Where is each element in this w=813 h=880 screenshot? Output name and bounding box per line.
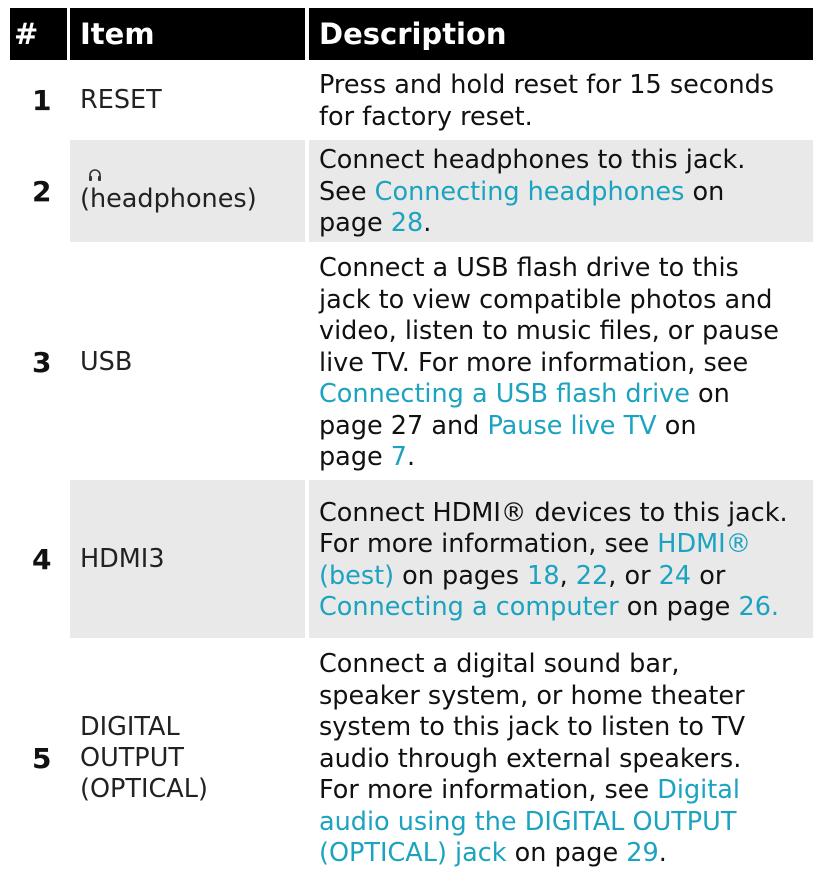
description-text: jack to view compatible photos and xyxy=(319,284,773,315)
description-text: on page xyxy=(506,838,627,869)
description-text: on xyxy=(689,379,730,410)
description-line: Connecting a computer on page 26. xyxy=(319,592,813,624)
description-text: on pages xyxy=(394,560,528,591)
cross-reference-link[interactable]: HDMI® xyxy=(657,529,751,559)
description-text: speaker system, or home theater xyxy=(319,680,745,711)
description-text: for factory reset. xyxy=(319,101,533,132)
row-1-number: 1 xyxy=(32,83,52,117)
description-line: See Connecting headphones on xyxy=(319,177,813,209)
description-line: Connect HDMI® devices to this jack. xyxy=(319,498,813,530)
header-item: Item xyxy=(70,8,305,60)
description-line: (OPTICAL) jack on page 29. xyxy=(319,838,813,870)
header-number: # xyxy=(10,8,67,60)
description-text: . xyxy=(658,838,667,869)
cross-reference-link[interactable]: 22 xyxy=(576,561,608,591)
description-line: Connect a USB flash drive to this xyxy=(319,253,813,285)
cross-reference-link[interactable]: audio using the DIGITAL OUTPUT xyxy=(319,807,736,837)
description-text: on xyxy=(684,176,725,207)
description-line: Connect a digital sound bar, xyxy=(319,649,813,681)
row-3-description: Connect a USB flash drive to this jack to… xyxy=(309,246,813,478)
item-label-line: OUTPUT xyxy=(80,742,184,773)
cross-reference-link[interactable]: 29 xyxy=(626,838,658,868)
description-line: Connecting a USB flash drive on xyxy=(319,379,813,411)
cross-reference-link[interactable]: 7 xyxy=(391,442,407,472)
row-3-number: 3 xyxy=(32,345,52,379)
description-text: For more information, see xyxy=(319,529,658,559)
description-line: live TV. For more information, see xyxy=(319,348,813,380)
row-5-description: Connect a digital sound bar, speaker syst… xyxy=(309,642,813,874)
description-line: page 28. xyxy=(319,208,813,240)
cross-reference-link[interactable]: (best) xyxy=(319,561,394,591)
description-text: system to this jack to listen to TV xyxy=(319,712,746,743)
description-text: on page xyxy=(618,592,739,622)
description-text: Connect a digital sound bar, xyxy=(319,649,680,680)
description-line: audio through external speakers. xyxy=(319,744,813,776)
item-label-line: DIGITAL xyxy=(80,711,180,742)
description-text: Connect HDMI® devices to this jack. xyxy=(319,497,788,528)
description-text: Connect a USB flash drive to this xyxy=(319,253,739,284)
row-1-item: RESET xyxy=(80,84,162,115)
description-text: For more information, see xyxy=(319,775,658,806)
item-label-line: (OPTICAL) xyxy=(80,773,208,804)
cross-reference-link[interactable]: Pause live TV xyxy=(487,411,656,441)
description-text: video, listen to music files, or pause xyxy=(319,316,779,347)
header-description: Description xyxy=(309,8,813,60)
description-line: For more information, see HDMI® xyxy=(319,529,813,561)
description-line: page 7. xyxy=(319,442,813,474)
description-line: video, listen to music files, or pause xyxy=(319,316,813,348)
description-line: speaker system, or home theater xyxy=(319,681,813,713)
description-line: system to this jack to listen to TV xyxy=(319,712,813,744)
description-text: , or xyxy=(608,560,659,591)
cross-reference-link[interactable]: 18 xyxy=(527,561,559,591)
description-text: on xyxy=(656,410,697,441)
description-text: page xyxy=(319,442,391,473)
description-text: Connect headphones to this jack. xyxy=(319,145,746,176)
row-5-item-lines: DIGITAL OUTPUT (OPTICAL) xyxy=(80,712,208,805)
headphones-icon xyxy=(89,168,101,181)
row-2-number: 2 xyxy=(32,174,52,208)
cross-reference-link[interactable]: 26. xyxy=(738,592,779,622)
row-3-item: USB xyxy=(80,346,133,377)
description-line: Press and hold reset for 15 seconds xyxy=(319,70,813,102)
row-4-item: HDMI3 xyxy=(70,480,305,638)
cross-reference-link[interactable]: (OPTICAL) jack xyxy=(319,838,507,868)
description-line: for factory reset. xyxy=(319,102,813,134)
description-text: page 27 and xyxy=(319,410,488,441)
cross-reference-link[interactable]: 24 xyxy=(659,561,691,591)
description-line: For more information, see Digital xyxy=(319,775,813,807)
row-5-number: 5 xyxy=(32,741,52,775)
description-line: jack to view compatible photos and xyxy=(319,285,813,317)
description-text: page xyxy=(319,208,391,239)
row-4-description: Connect HDMI® devices to this jack. For m… xyxy=(309,480,813,638)
description-text: Press and hold reset for 15 seconds xyxy=(319,70,775,100)
description-text: or xyxy=(691,560,726,591)
cross-reference-link[interactable]: Connecting headphones xyxy=(375,177,685,207)
row-2-description: Connect headphones to this jack. See Conn… xyxy=(309,140,813,242)
cross-reference-link[interactable]: Digital xyxy=(657,775,740,805)
row-1-description: Press and hold reset for 15 seconds for f… xyxy=(309,64,813,136)
description-line: Connect headphones to this jack. xyxy=(319,145,813,177)
cross-reference-link[interactable]: 28 xyxy=(391,208,423,238)
description-line: page 27 and Pause live TV on xyxy=(319,411,813,443)
description-text: , xyxy=(559,560,576,591)
description-text: audio through external speakers. xyxy=(319,743,742,774)
row-4-number: 4 xyxy=(32,542,52,576)
cross-reference-link[interactable]: Connecting a USB flash drive xyxy=(319,379,690,409)
row-5-item: DIGITAL OUTPUT (OPTICAL) xyxy=(70,642,305,874)
row-2-item: (headphones) xyxy=(70,140,305,242)
cross-reference-link[interactable]: Connecting a computer xyxy=(319,592,619,622)
row-2-item-label: (headphones) xyxy=(80,183,257,214)
description-line: (best) on pages 18, 22, or 24 or xyxy=(319,561,813,593)
description-line: audio using the DIGITAL OUTPUT xyxy=(319,807,813,839)
description-text: . xyxy=(423,208,432,239)
description-text: live TV. For more information, see xyxy=(319,347,749,378)
description-text: . xyxy=(407,442,416,473)
description-text: See xyxy=(319,176,375,207)
